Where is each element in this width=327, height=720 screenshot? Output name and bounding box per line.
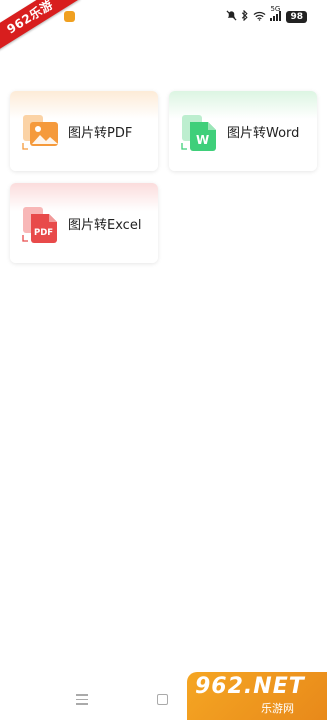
status-icons: 5G 98	[226, 5, 307, 24]
site-watermark-logo: 962.NET 乐游网	[187, 672, 327, 720]
image-to-word-label: 图片转Word	[227, 126, 300, 141]
watermark-logo-text: 962.NET	[195, 674, 305, 699]
mute-icon	[226, 10, 237, 24]
image-to-word-card[interactable]: W 图片转Word	[169, 91, 317, 171]
wifi-icon	[253, 11, 266, 24]
excel-icon-text: PDF	[34, 228, 53, 238]
image-to-pdf-card[interactable]: 图片转PDF	[10, 91, 158, 171]
status-bar: 962乐游 5G 98	[0, 0, 327, 54]
watermark-caption: 乐游网	[261, 702, 294, 715]
notification-icon	[64, 11, 75, 22]
image-to-pdf-label: 图片转PDF	[68, 126, 133, 141]
recent-apps-icon[interactable]	[76, 694, 88, 708]
image-to-excel-label: 图片转Excel	[68, 218, 142, 233]
network-type-label: 5G	[270, 4, 281, 13]
site-watermark-ribbon: 962乐游	[0, 0, 80, 54]
svg-text:W: W	[196, 133, 209, 147]
bluetooth-icon	[241, 9, 249, 24]
image-to-excel-card[interactable]: PDF 图片转Excel	[10, 183, 158, 263]
cellular-signal-icon: 5G	[270, 5, 282, 24]
image-to-pdf-icon	[21, 113, 61, 153]
image-to-excel-icon: PDF	[21, 205, 61, 245]
home-button-icon[interactable]	[157, 694, 168, 705]
image-to-word-icon: W	[180, 113, 220, 153]
battery-indicator: 98	[286, 11, 307, 23]
